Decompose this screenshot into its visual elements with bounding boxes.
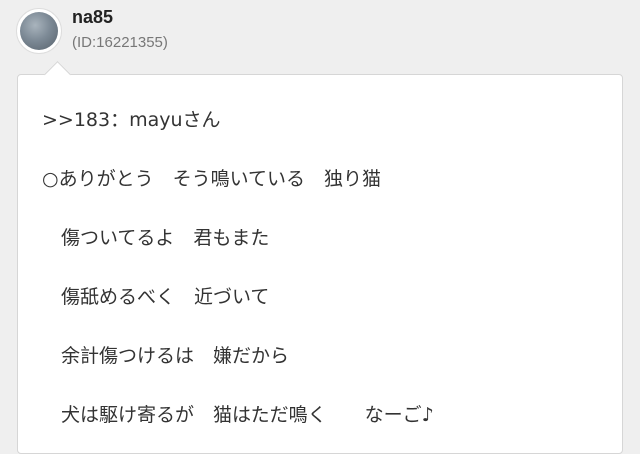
user-id: (ID:16221355): [72, 34, 168, 51]
message-line-3: 傷舐めるべく 近づいて: [42, 286, 270, 308]
message-line-2: 傷ついてるよ 君もまた: [42, 227, 270, 249]
message-bubble: >>183：mayuさん ○ありがとう そう鳴いている 独り猫 傷ついてるよ 君…: [17, 61, 623, 454]
user-name[interactable]: na85: [72, 7, 113, 28]
user-avatar[interactable]: [16, 8, 62, 54]
reply-link[interactable]: >>183: [42, 109, 110, 131]
message-line-5: 犬は駆け寄るが 猫はただ鳴く なーご♪: [42, 404, 434, 426]
reply-to-name: ：mayuさん: [110, 109, 221, 131]
reply-line: >>183：mayuさん: [42, 105, 221, 132]
post-header: na85 (ID:16221355): [0, 0, 640, 70]
message-line-4: 余計傷つけるは 嫌だから: [42, 345, 290, 367]
user-avatar-icon: [20, 12, 58, 50]
message-line-1: ○ありがとう そう鳴いている 独り猫: [42, 168, 382, 190]
